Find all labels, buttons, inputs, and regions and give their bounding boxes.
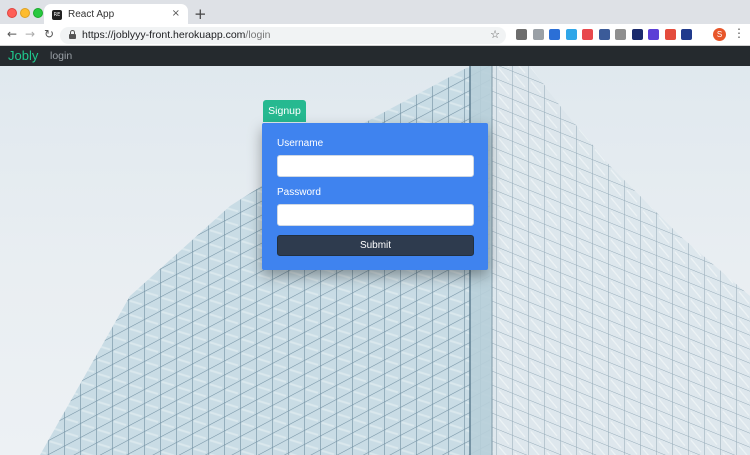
tab-title: React App (68, 9, 115, 20)
brand-logo-link[interactable]: Jobly (8, 48, 38, 63)
extension-icon[interactable] (648, 29, 659, 40)
close-window-button[interactable] (7, 8, 17, 18)
browser-tab[interactable]: RE React App × (44, 4, 188, 26)
password-input[interactable] (277, 204, 474, 226)
profile-avatar[interactable]: S (713, 28, 726, 41)
extension-icon[interactable] (631, 29, 643, 40)
browser-toolbar: ← → ↻ https://joblyyy-front.herokuapp.co… (0, 24, 750, 46)
extension-icon[interactable] (664, 29, 676, 40)
nav-login-link[interactable]: login (50, 50, 72, 62)
signup-tab-button[interactable]: Signup (263, 100, 306, 122)
react-favicon-icon: RE (52, 10, 62, 20)
forward-arrow-icon[interactable]: → (25, 27, 35, 41)
minimize-window-button[interactable] (20, 8, 30, 18)
extension-icon[interactable] (565, 29, 577, 40)
extension-icon[interactable] (582, 29, 593, 40)
extension-icon[interactable] (681, 29, 692, 40)
reload-icon[interactable]: ↻ (44, 27, 54, 41)
chrome-menu-icon[interactable]: ⋮ (733, 26, 745, 40)
lock-icon[interactable] (69, 30, 76, 39)
extension-icon[interactable] (516, 29, 527, 40)
address-bar[interactable]: https://joblyyy-front.herokuapp.com/logi… (60, 27, 506, 44)
extension-icon[interactable] (615, 29, 626, 40)
url-path: /login (245, 29, 271, 41)
app-navbar: Jobly login (0, 46, 750, 66)
maximize-window-button[interactable] (33, 8, 43, 18)
new-tab-button[interactable]: + (194, 5, 207, 23)
submit-button[interactable]: Submit (277, 235, 474, 256)
username-input[interactable] (277, 155, 474, 177)
extension-icon[interactable] (598, 29, 610, 40)
username-label: Username (277, 138, 324, 149)
url-text[interactable]: https://joblyyy-front.herokuapp.com/logi… (82, 29, 271, 41)
bookmark-star-icon[interactable]: ☆ (490, 28, 500, 41)
page-viewport: Jobly login Signup Username Password Sub… (0, 46, 750, 455)
tab-close-icon[interactable]: × (172, 8, 180, 19)
browser-tab-strip: RE React App × + (0, 0, 750, 26)
password-label: Password (277, 187, 321, 198)
url-host: https://joblyyy-front.herokuapp.com (82, 29, 246, 41)
extension-icon[interactable] (532, 29, 544, 40)
extension-icon[interactable] (549, 29, 560, 40)
login-form-card: Username Password Submit (262, 123, 488, 270)
back-arrow-icon[interactable]: ← (7, 27, 17, 41)
